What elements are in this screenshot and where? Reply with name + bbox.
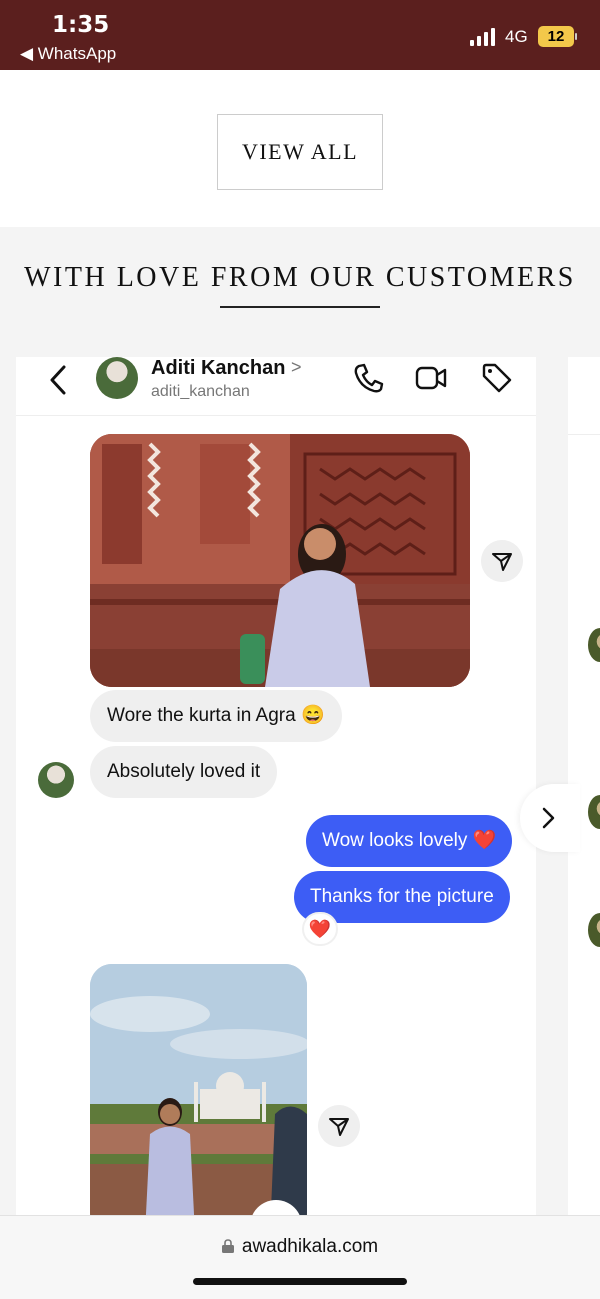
divider bbox=[568, 434, 600, 435]
tag-icon bbox=[482, 363, 512, 393]
chevron-right-icon: > bbox=[291, 357, 302, 377]
url-text: awadhikala.com bbox=[241, 1236, 379, 1257]
browser-url-bar[interactable]: awadhikala.com bbox=[0, 1215, 600, 1299]
customer-photo bbox=[90, 434, 470, 687]
home-indicator bbox=[193, 1278, 407, 1285]
back-to-app-link[interactable]: ◀ WhatsApp bbox=[20, 44, 116, 64]
chevron-right-icon bbox=[542, 807, 555, 829]
incoming-message: Wore the kurta in Agra 😄 bbox=[90, 690, 342, 742]
url-field[interactable]: awadhikala.com bbox=[0, 1236, 600, 1258]
testimonial-card[interactable]: Aditi Kanchan > aditi_kanchan Wore the k… bbox=[16, 357, 536, 1217]
share-icon[interactable] bbox=[481, 540, 523, 582]
customer-photo bbox=[90, 964, 307, 1217]
contact-name: Aditi Kanchan bbox=[151, 357, 286, 379]
contact-handle: aditi_kanchan bbox=[151, 383, 250, 400]
network-type: 4G bbox=[505, 27, 528, 46]
phone-icon bbox=[354, 363, 384, 393]
incoming-message: Absolutely loved it bbox=[90, 746, 278, 798]
chevron-left-icon bbox=[50, 365, 66, 395]
lock-icon bbox=[221, 1239, 234, 1253]
avatar bbox=[38, 762, 74, 798]
section-title: WITH LOVE FROM OUR CUSTOMERS bbox=[24, 262, 576, 293]
video-call-icon bbox=[415, 366, 447, 390]
cellular-signal-icon bbox=[470, 28, 495, 46]
share-icon[interactable] bbox=[318, 1105, 360, 1147]
outgoing-message: Wow looks lovely ❤️ bbox=[306, 815, 513, 867]
clock: 1:35 bbox=[52, 12, 110, 38]
view-all-button[interactable]: VIEW ALL bbox=[217, 114, 383, 190]
title-underline bbox=[220, 306, 380, 308]
slider-next-button[interactable] bbox=[520, 784, 580, 852]
battery-tip bbox=[575, 33, 577, 40]
heart-reaction-icon: ❤️ bbox=[302, 912, 338, 946]
battery-icon: 12 bbox=[538, 26, 574, 47]
chat-header: Aditi Kanchan > aditi_kanchan bbox=[16, 357, 536, 416]
status-bar: 1:35 ◀ WhatsApp 4G 12 bbox=[0, 0, 600, 70]
avatar bbox=[96, 357, 138, 399]
